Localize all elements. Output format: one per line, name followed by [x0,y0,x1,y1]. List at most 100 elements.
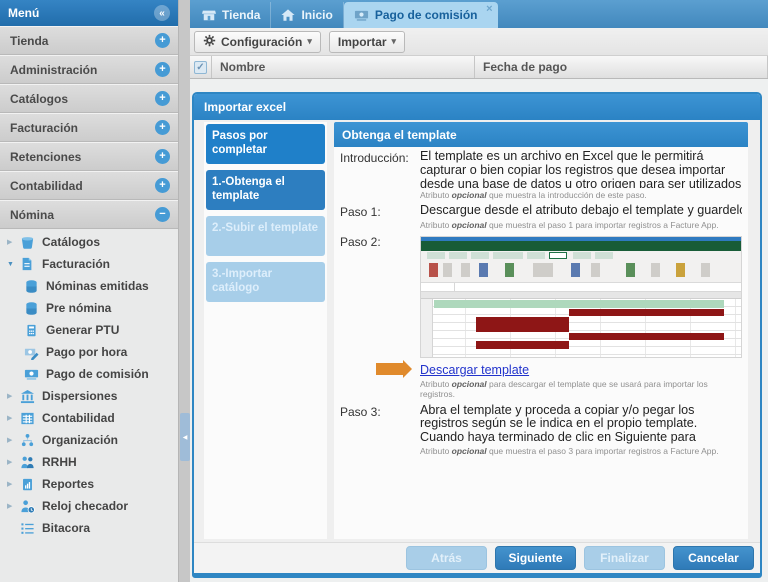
tree-item-label: Catálogos [42,235,100,249]
store-icon [202,8,216,22]
paso1-text: Descargue desde el atributo debajo el te… [420,204,742,218]
sidebar-splitter[interactable]: ◀ [178,0,190,582]
column-header-nombre[interactable]: Nombre [212,56,475,78]
tree-item-pago-de-comision[interactable]: Pago de comisión [0,363,178,385]
paso3-body: Abra el template y proceda a copiar y/o … [420,404,742,456]
tree-item-reloj-checador[interactable]: ▶ Reloj checador [0,495,178,517]
descargar-template-link[interactable]: Descargar template [420,363,529,377]
org-chart-icon [19,432,35,448]
siguiente-button[interactable]: Siguiente [495,546,576,570]
tree-item-label: Dispersiones [42,389,117,403]
tree-item-pre-nomina[interactable]: Pre nómina [0,297,178,319]
sidebar-section-retenciones[interactable]: Retenciones + [0,142,178,171]
paso3-note: Atributo opcional que muestra el paso 3 … [420,446,742,456]
download-row: Descargar template [420,361,742,377]
plus-icon[interactable]: + [155,33,170,48]
wizard-step-1[interactable]: 1.-Obtenga el template [206,170,325,210]
tree-item-bitacora[interactable]: Bitacora [0,517,178,539]
gear-icon [203,34,216,50]
configuration-button[interactable]: Configuración ▾ [194,31,321,53]
section-label: Contabilidad [10,179,155,193]
money-icon [354,8,369,23]
sidebar-title: Menú [8,6,39,20]
tree-item-label: Pre nómina [46,301,111,315]
paso2-body: Descargar template Atributo opcional par… [420,234,742,399]
plus-icon[interactable]: + [155,178,170,193]
tree-item-organizacion[interactable]: ▶ Organización [0,429,178,451]
tab-pago-de-comision[interactable]: Pago de comisión × [344,2,498,28]
money-icon [23,366,39,382]
tab-inicio[interactable]: Inicio [271,2,343,28]
paso2-row: Paso 2: [334,231,748,400]
banknote-pencil-icon [23,344,39,360]
people-icon [19,454,35,470]
tree-item-label: Nóminas emitidas [46,279,149,293]
section-label: Facturación [10,121,155,135]
chevron-right-icon[interactable]: ▶ [0,436,16,444]
person-clock-icon [19,498,35,514]
sidebar-section-catalogos[interactable]: Catálogos + [0,84,178,113]
tree-item-nominas-emitidas[interactable]: Nóminas emitidas [0,275,178,297]
wizard-step-3[interactable]: 3.-Importar catálogo [206,262,325,302]
excel-title-bar [421,241,741,251]
tree-item-rrhh[interactable]: ▶ RRHH [0,451,178,473]
dialog-title-bar: Importar excel [194,94,760,120]
sidebar-section-nomina[interactable]: Nómina − [0,200,178,229]
wizard-step-2[interactable]: 2.-Subir el template [206,216,325,256]
plus-icon[interactable]: + [155,120,170,135]
sidebar: Menú « Tienda + Administración + Catálog… [0,0,178,582]
chevron-right-icon[interactable]: ▶ [0,238,16,246]
caret-down-icon: ▾ [392,36,397,47]
tree-item-label: Reportes [42,477,94,491]
database-icon [23,278,39,294]
intro-row: Introducción: El template es un archivo … [334,147,748,201]
chevron-right-icon[interactable]: ▶ [0,414,16,422]
section-label: Catálogos [10,92,155,106]
paso2-note: Atributo opcional para descargar el temp… [420,379,742,399]
splitter-arrow-icon: ◀ [183,434,188,441]
close-tab-icon[interactable]: × [486,4,492,15]
tree-item-pago-por-hora[interactable]: Pago por hora [0,341,178,363]
calculator-icon [23,322,39,338]
intro-text: El template es un archivo en Excel que l… [420,150,742,188]
plus-icon[interactable]: + [155,62,170,77]
report-icon [19,476,35,492]
column-header-fecha-de-pago[interactable]: Fecha de pago [475,56,768,78]
chevron-right-icon[interactable]: ▶ [0,480,16,488]
sidebar-section-contabilidad[interactable]: Contabilidad + [0,171,178,200]
steps-panel-header: Pasos por completar [206,124,325,164]
tree-item-label: Generar PTU [46,323,119,337]
sidebar-collapse-icon[interactable]: « [154,5,170,21]
sidebar-section-administracion[interactable]: Administración + [0,55,178,84]
tree-item-catalogos[interactable]: ▶ Catálogos [0,231,178,253]
cancelar-button[interactable]: Cancelar [673,546,754,570]
tree-item-generar-ptu[interactable]: Generar PTU [0,319,178,341]
app-window: Menú « Tienda + Administración + Catálog… [0,0,768,582]
tree-item-reportes[interactable]: ▶ Reportes [0,473,178,495]
splitter-handle[interactable]: ◀ [180,413,190,461]
tree-item-label: Pago por hora [46,345,127,359]
intro-label: Introducción: [340,150,420,200]
tree-item-dispersiones[interactable]: ▶ Dispersiones [0,385,178,407]
sidebar-section-tienda[interactable]: Tienda + [0,26,178,55]
sidebar-section-facturacion[interactable]: Facturación + [0,113,178,142]
sidebar-tree: ▶ Catálogos ▼ Facturación Nóminas emitid… [0,229,178,539]
paso1-body: Descargue desde el atributo debajo el te… [420,204,742,230]
chevron-right-icon[interactable]: ▶ [0,458,16,466]
chevron-right-icon[interactable]: ▶ [0,392,16,400]
select-all-checkbox[interactable]: ✓ [194,61,207,74]
minus-icon[interactable]: − [155,207,170,222]
plus-icon[interactable]: + [155,149,170,164]
paso3-label: Paso 3: [340,404,420,456]
tree-item-label: RRHH [42,455,77,469]
section-label: Tienda [10,34,155,48]
chevron-right-icon[interactable]: ▶ [0,502,16,510]
tree-item-contabilidad[interactable]: ▶ Contabilidad [0,407,178,429]
tree-item-facturacion[interactable]: ▼ Facturación [0,253,178,275]
plus-icon[interactable]: + [155,91,170,106]
tab-tienda[interactable]: Tienda [192,2,271,28]
database-icon [23,300,39,316]
chevron-down-icon[interactable]: ▼ [0,261,16,268]
paso1-label: Paso 1: [340,204,420,230]
import-button[interactable]: Importar ▾ [329,31,405,53]
